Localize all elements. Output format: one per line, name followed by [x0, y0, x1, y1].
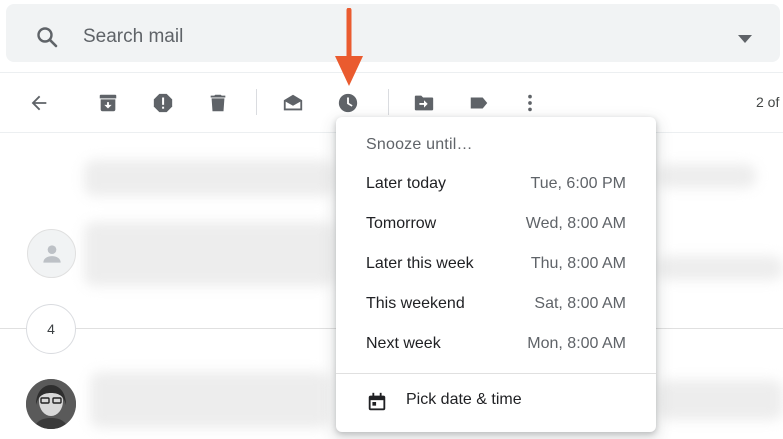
more-vert-icon [528, 94, 532, 112]
search-bar[interactable]: Search mail [6, 4, 780, 62]
blurred-date [658, 164, 756, 188]
snooze-option-label: Later today [366, 175, 447, 192]
move-to-button[interactable] [411, 90, 437, 116]
annotation-arrow [335, 8, 363, 86]
archive-button[interactable] [95, 90, 121, 116]
mark-unread-icon [283, 94, 303, 111]
search-icon[interactable] [35, 25, 59, 49]
labels-button[interactable] [466, 90, 492, 116]
blurred-text [658, 380, 783, 420]
move-to-icon [414, 95, 434, 111]
pick-date-time-button[interactable]: Pick date & time [336, 381, 656, 421]
divider [0, 72, 783, 73]
avatar[interactable] [27, 229, 76, 278]
blurred-message-preview [84, 222, 334, 286]
clock-icon [338, 93, 358, 113]
dropdown-caret-icon[interactable] [738, 31, 752, 43]
gmail-page: Search mail 2 of 4 Snooze until… Later t… [0, 0, 783, 439]
calendar-icon [366, 391, 388, 413]
snooze-option-next-week[interactable]: Next week Mon, 8:00 AM [336, 325, 656, 365]
trash-icon [210, 94, 226, 112]
blurred-sender [84, 160, 334, 196]
archive-icon [99, 94, 117, 112]
avatar[interactable] [26, 379, 76, 429]
toolbar-separator [256, 89, 257, 115]
snooze-option-label: Tomorrow [366, 215, 437, 232]
snooze-option-time: Mon, 8:00 AM [527, 335, 626, 352]
snooze-option-time: Sat, 8:00 AM [534, 295, 626, 312]
arrow-back-icon [31, 95, 47, 111]
delete-button[interactable] [205, 90, 231, 116]
collapsed-messages-count[interactable]: 4 [26, 304, 76, 354]
pick-date-time-label: Pick date & time [406, 391, 522, 408]
snooze-option-later-this-week[interactable]: Later this week Thu, 8:00 AM [336, 245, 656, 285]
mark-unread-button[interactable] [280, 90, 306, 116]
snooze-option-time: Wed, 8:00 AM [525, 215, 626, 232]
snooze-option-label: This weekend [366, 295, 465, 312]
snooze-option-label: Next week [366, 335, 441, 352]
snooze-option-time: Thu, 8:00 AM [530, 255, 626, 272]
label-icon [470, 97, 488, 109]
report-spam-button[interactable] [150, 90, 176, 116]
search-input[interactable]: Search mail [83, 25, 183, 49]
snooze-option-label: Later this week [366, 255, 474, 272]
blurred-sender [90, 372, 330, 428]
person-icon [42, 244, 61, 263]
snooze-option-tomorrow[interactable]: Tomorrow Wed, 8:00 AM [336, 205, 656, 245]
snooze-option-this-weekend[interactable]: This weekend Sat, 8:00 AM [336, 285, 656, 325]
toolbar-separator [388, 89, 389, 115]
menu-divider [336, 373, 656, 374]
snooze-button[interactable] [335, 90, 361, 116]
snooze-option-time: Tue, 6:00 PM [530, 175, 626, 192]
profile-photo [26, 379, 76, 429]
snooze-menu: Snooze until… Later today Tue, 6:00 PM T… [336, 117, 656, 432]
snooze-menu-title: Snooze until… [366, 136, 473, 153]
more-button[interactable] [517, 90, 543, 116]
report-spam-icon [153, 93, 173, 113]
pager-count: 2 of [756, 94, 780, 110]
back-button[interactable] [26, 90, 52, 116]
blurred-text [658, 256, 783, 280]
snooze-option-later-today[interactable]: Later today Tue, 6:00 PM [336, 165, 656, 205]
